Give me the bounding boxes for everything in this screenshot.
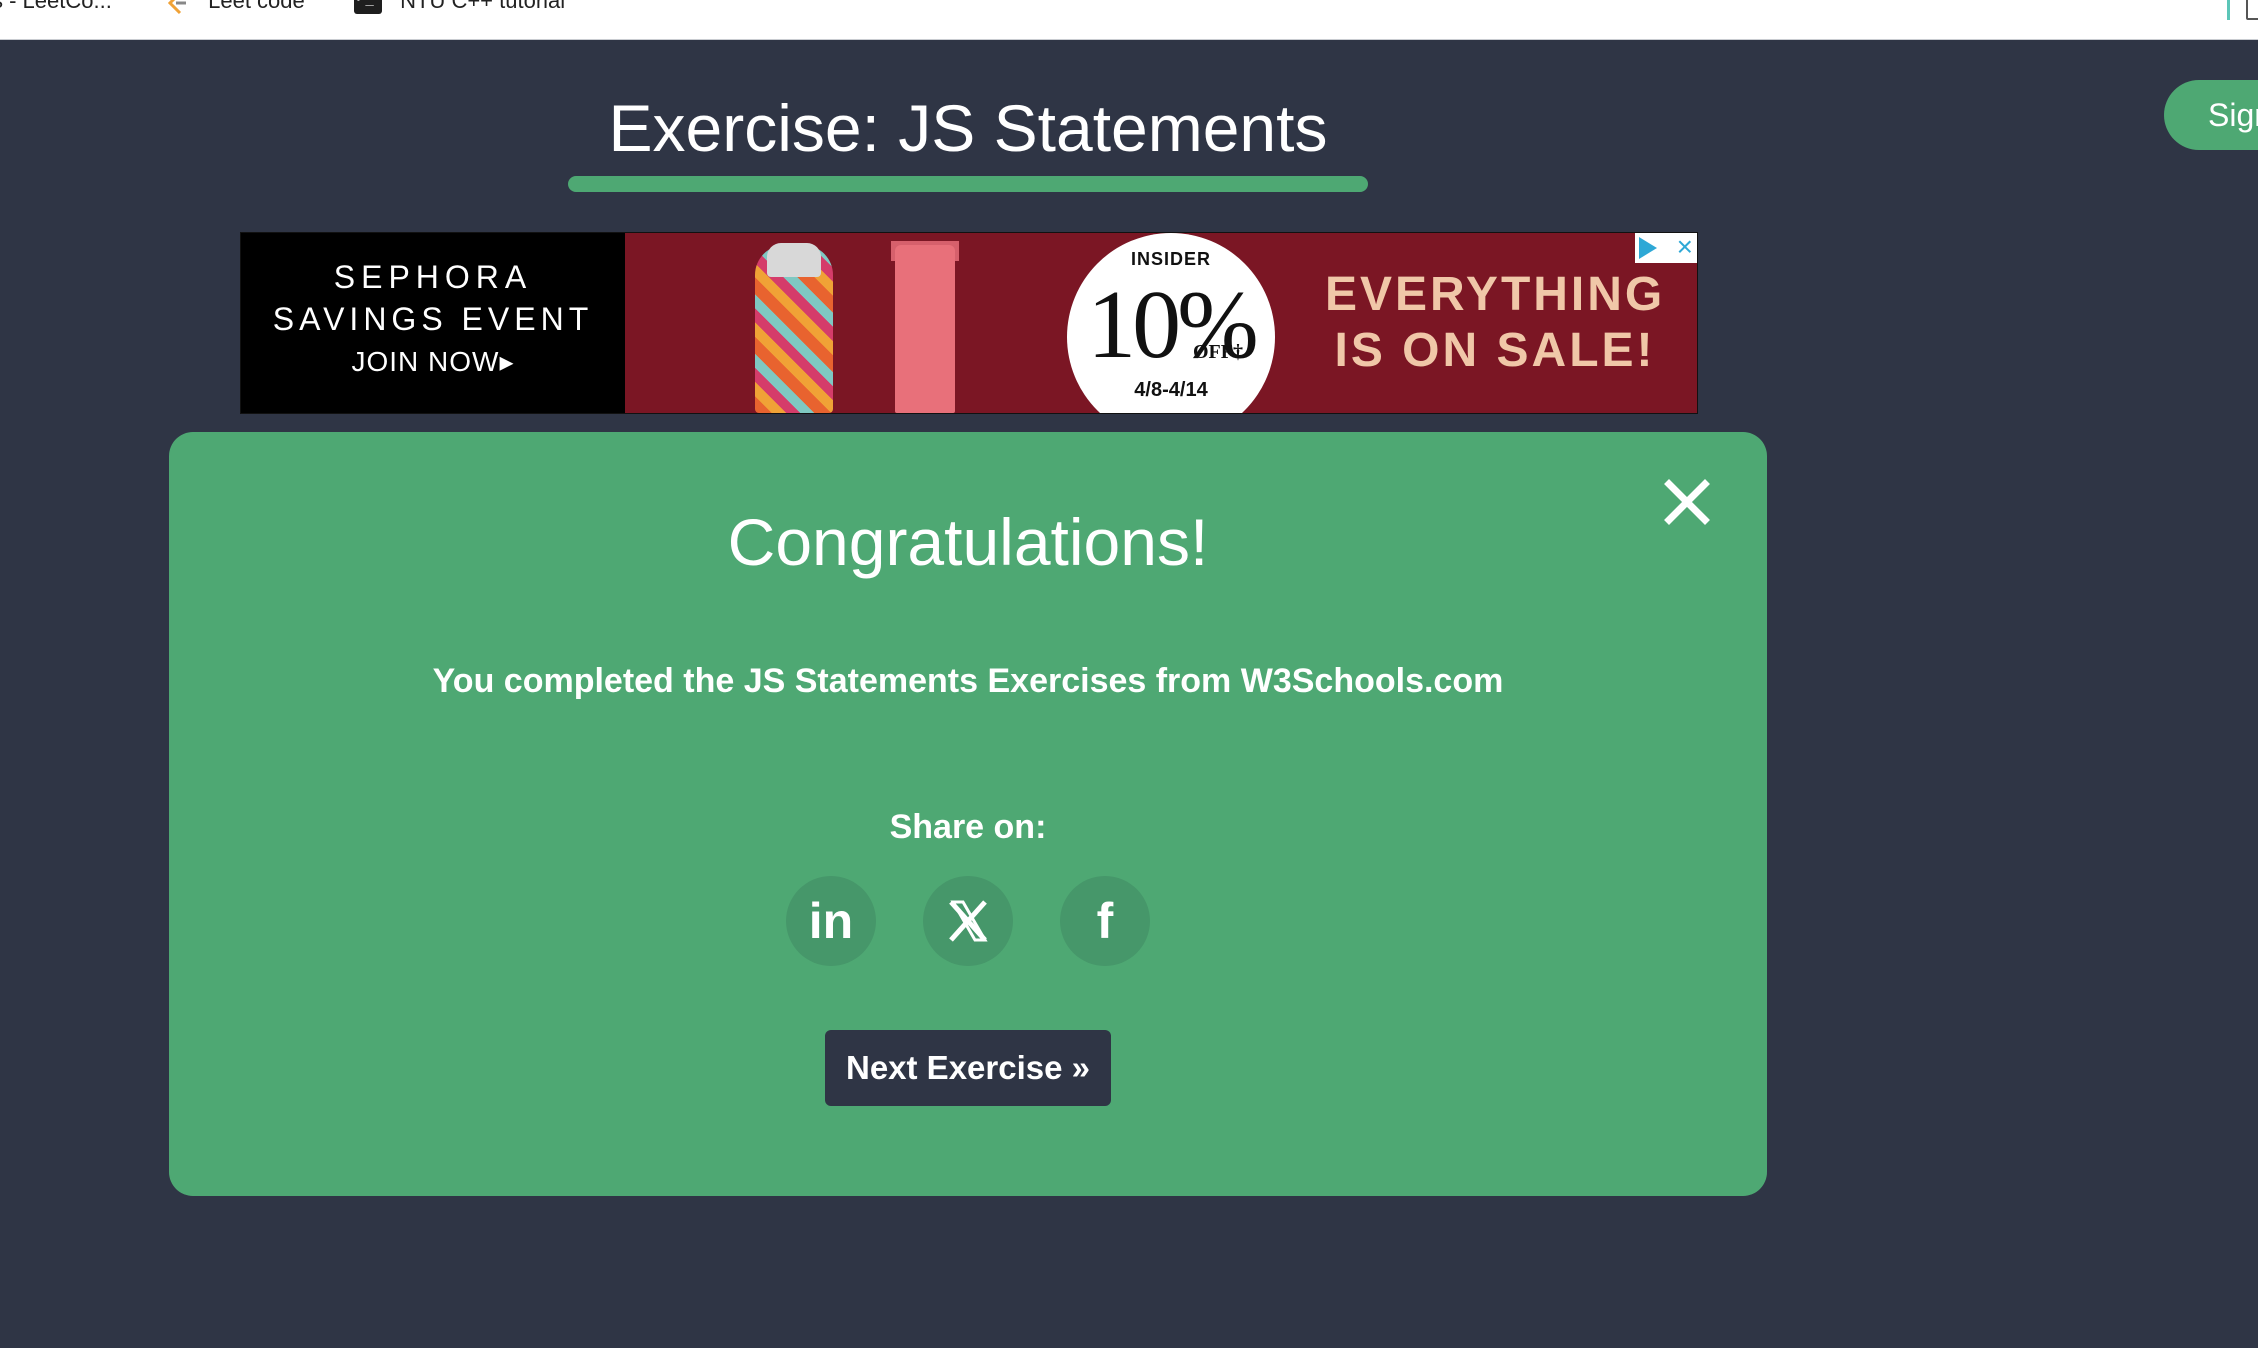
- ad-discount-badge: INSIDER 10% OFF† 4/8-4/14: [1067, 233, 1275, 413]
- ad-event: SAVINGS EVENT: [272, 301, 594, 337]
- ad-join-link[interactable]: JOIN NOW▸: [241, 345, 625, 378]
- badge-dates: 4/8-4/14: [1134, 379, 1208, 401]
- ad-product-panel: INSIDER 10% OFF† 4/8-4/14 EVERYTHING IS …: [625, 233, 1697, 413]
- modal-title: Congratulations!: [727, 505, 1209, 579]
- badge-off: OFF†: [1193, 341, 1243, 363]
- bookmark-label: Leet code: [208, 0, 305, 13]
- share-label: Share on:: [889, 808, 1047, 846]
- terminal-icon: [354, 0, 382, 15]
- bookmark-label: NTU C++ tutorial: [400, 0, 566, 13]
- ad-info-icon[interactable]: [1639, 237, 1657, 259]
- completion-message: You completed the JS Statements Exercise…: [432, 662, 1504, 700]
- ad-close-icon[interactable]: ×: [1677, 233, 1693, 265]
- badge-insider: INSIDER: [1130, 249, 1211, 269]
- badge-percent: 10%: [1087, 271, 1259, 379]
- x-icon: [949, 900, 988, 942]
- bookmarks-bar: s - LeetCo... Leet code NTU C++ tutorial: [0, 0, 2258, 40]
- ad-brand: SEPHORA: [333, 259, 533, 295]
- ad-product-bottle-cap: [767, 243, 821, 277]
- bookmark-ntu-cpp[interactable]: NTU C++ tutorial: [354, 0, 566, 15]
- ad-headline-line2: IS ON SALE!: [1334, 324, 1656, 377]
- congratulations-modal: Congratulations! You completed the JS St…: [169, 432, 1767, 1196]
- bookmark-label: s - LeetCo...: [0, 0, 112, 13]
- bookmark-leetcode-2[interactable]: Leet code: [164, 0, 305, 15]
- facebook-share-button[interactable]: f: [1060, 876, 1150, 966]
- ad-choices-icon[interactable]: ×: [1635, 233, 1697, 263]
- facebook-icon: f: [1096, 893, 1114, 949]
- x-share-button[interactable]: [923, 876, 1013, 966]
- bookmark-leetcode-1[interactable]: s - LeetCo...: [0, 0, 112, 14]
- sign-in-button[interactable]: Sign in: [2164, 80, 2258, 150]
- ad-headline: EVERYTHING IS ON SALE!: [1325, 267, 1665, 379]
- title-underline: [568, 176, 1368, 192]
- reading-list-icon[interactable]: [2246, 0, 2258, 20]
- linkedin-icon: in: [808, 893, 854, 949]
- leetcode-icon: [167, 0, 186, 15]
- ad-brand-panel: SEPHORA SAVINGS EVENT JOIN NOW▸: [241, 233, 625, 413]
- page-title: Exercise: JS Statements: [608, 91, 1328, 165]
- advertisement-banner[interactable]: SEPHORA SAVINGS EVENT JOIN NOW▸ INSIDER …: [240, 232, 1698, 414]
- linkedin-share-button[interactable]: in: [786, 876, 876, 966]
- ad-product-tube: [895, 245, 955, 413]
- ad-headline-line1: EVERYTHING: [1325, 268, 1666, 321]
- next-exercise-button[interactable]: Next Exercise »: [825, 1030, 1111, 1106]
